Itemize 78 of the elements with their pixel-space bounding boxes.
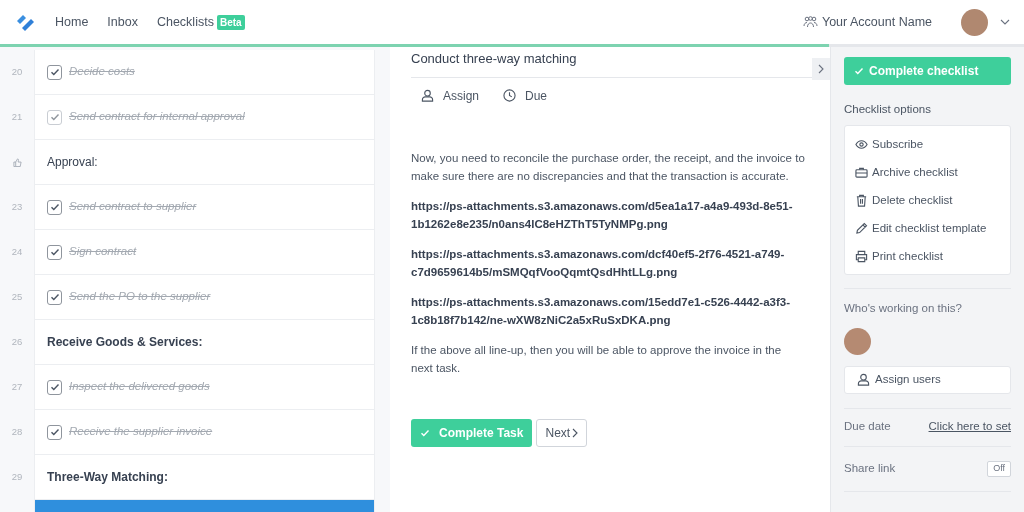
check-icon [49,427,60,437]
nav-link[interactable]: Inbox [107,12,138,32]
menu-item[interactable]: Edit checklist template [855,214,1000,243]
menu-item[interactable]: Archive checklist [855,158,1000,187]
check-icon [49,247,60,257]
line-number: 26 [11,335,23,350]
section-heading: Three-Way Matching: [47,469,168,486]
checkbox[interactable] [47,244,62,260]
task-description: Now, you need to reconcile the purchase order, the receipt, and the invoice to make sure there are no discrepancies and that the transaction is accurate. [411,150,806,184]
person-icon [857,373,870,386]
task-label: Send contract to supplier [69,199,197,215]
chevron-right-icon [818,64,824,74]
checkbox[interactable] [47,109,62,125]
assign-users-button[interactable]: Assign users [844,365,1011,394]
checkbox[interactable] [47,424,62,440]
task-description: If the above all line-up, then you will be able to approve the invoice in the next task. [411,342,783,376]
person-icon [421,89,434,102]
line-number: 24 [11,245,23,260]
checklist-row[interactable]: Receive Goods & Services: [34,320,375,365]
line-number: 27 [11,380,23,395]
section-title: Checklist options [844,102,932,117]
briefcase-icon [855,165,868,179]
attachment-link[interactable]: https://ps-attachments.s3.amazonaws.com/d5ea1a17-a4a9-493d-8e51-1b1262e8e235/n0ans4lC8eHZThT5TyNMPg.png [411,196,806,233]
task-label: Receive the supplier invoice [69,424,213,440]
chevron-right-icon [572,427,579,438]
nav-link[interactable]: Checklists [156,12,214,32]
next-button[interactable]: Next [536,418,588,447]
checklist-row[interactable]: Three-Way Matching: [34,455,375,500]
line-number: 25 [11,290,23,305]
line-number: 29 [11,470,23,485]
section-heading: Receive Goods & Services: [47,334,203,351]
checkbox[interactable] [47,289,62,305]
nav-link[interactable]: Home [55,12,89,32]
line-number: 21 [11,110,23,125]
task-label: Send contract for internal approval [69,109,245,125]
assign-button[interactable]: Assign [421,86,480,105]
check-icon [854,66,864,76]
check-icon [49,202,60,212]
set-due-date-link[interactable]: Click here to set [928,418,1011,436]
task-label: Inspect the delivered goods [69,379,210,395]
checkbox[interactable] [47,379,62,395]
line-number: 28 [11,425,23,440]
clock-icon [503,89,517,102]
eye-icon [855,137,868,151]
printer-icon [855,249,868,263]
menu-item[interactable]: Print checklist [855,242,1000,271]
due-date-label: Due date [844,419,891,435]
avatar[interactable] [961,8,988,36]
checklist-row[interactable]: Approval: [34,140,375,185]
attachment-link[interactable]: https://ps-attachments.s3.amazonaws.com/15edd7e1-c526-4442-a3f3-1c8b18f7b142/ne-wXW8zNiC2a5xRuSxDKA.png [411,292,806,329]
section-title: Who's working on this? [844,301,963,317]
line-number: 23 [11,200,23,215]
task-label: Decide costs [69,64,135,80]
due-button[interactable]: Due [503,86,548,105]
check-icon [49,112,60,122]
task-label: Send the PO to the supplier [69,289,211,305]
share-toggle[interactable]: Off [987,460,1011,477]
task-label: Sign contract [69,244,137,260]
pencil-icon [855,221,868,235]
thumbs-up-icon [12,158,22,167]
check-icon [49,292,60,302]
check-icon [49,382,60,392]
beta-badge: Beta [216,14,245,30]
checkbox[interactable] [47,64,62,80]
people-icon [802,16,818,28]
menu-item[interactable]: Delete checklist [855,186,1000,215]
checkbox[interactable] [47,199,62,215]
attachment-link[interactable]: https://ps-attachments.s3.amazonaws.com/dcf40ef5-2f76-4521-a749-c7d9659614b5/mSMQqfVooQqmtQsdHhtLLg.png [411,244,806,281]
chevron-down-icon[interactable] [1000,19,1010,25]
account-name[interactable]: Your Account Name [821,12,932,32]
menu-item[interactable]: Subscribe [855,130,1000,159]
check-icon [420,427,430,438]
trash-icon [855,193,868,207]
line-number: 20 [11,65,23,80]
check-icon [49,67,60,77]
avatar [844,327,871,355]
approval-label: Approval: [47,154,98,171]
share-link-label: Share link [844,460,896,476]
